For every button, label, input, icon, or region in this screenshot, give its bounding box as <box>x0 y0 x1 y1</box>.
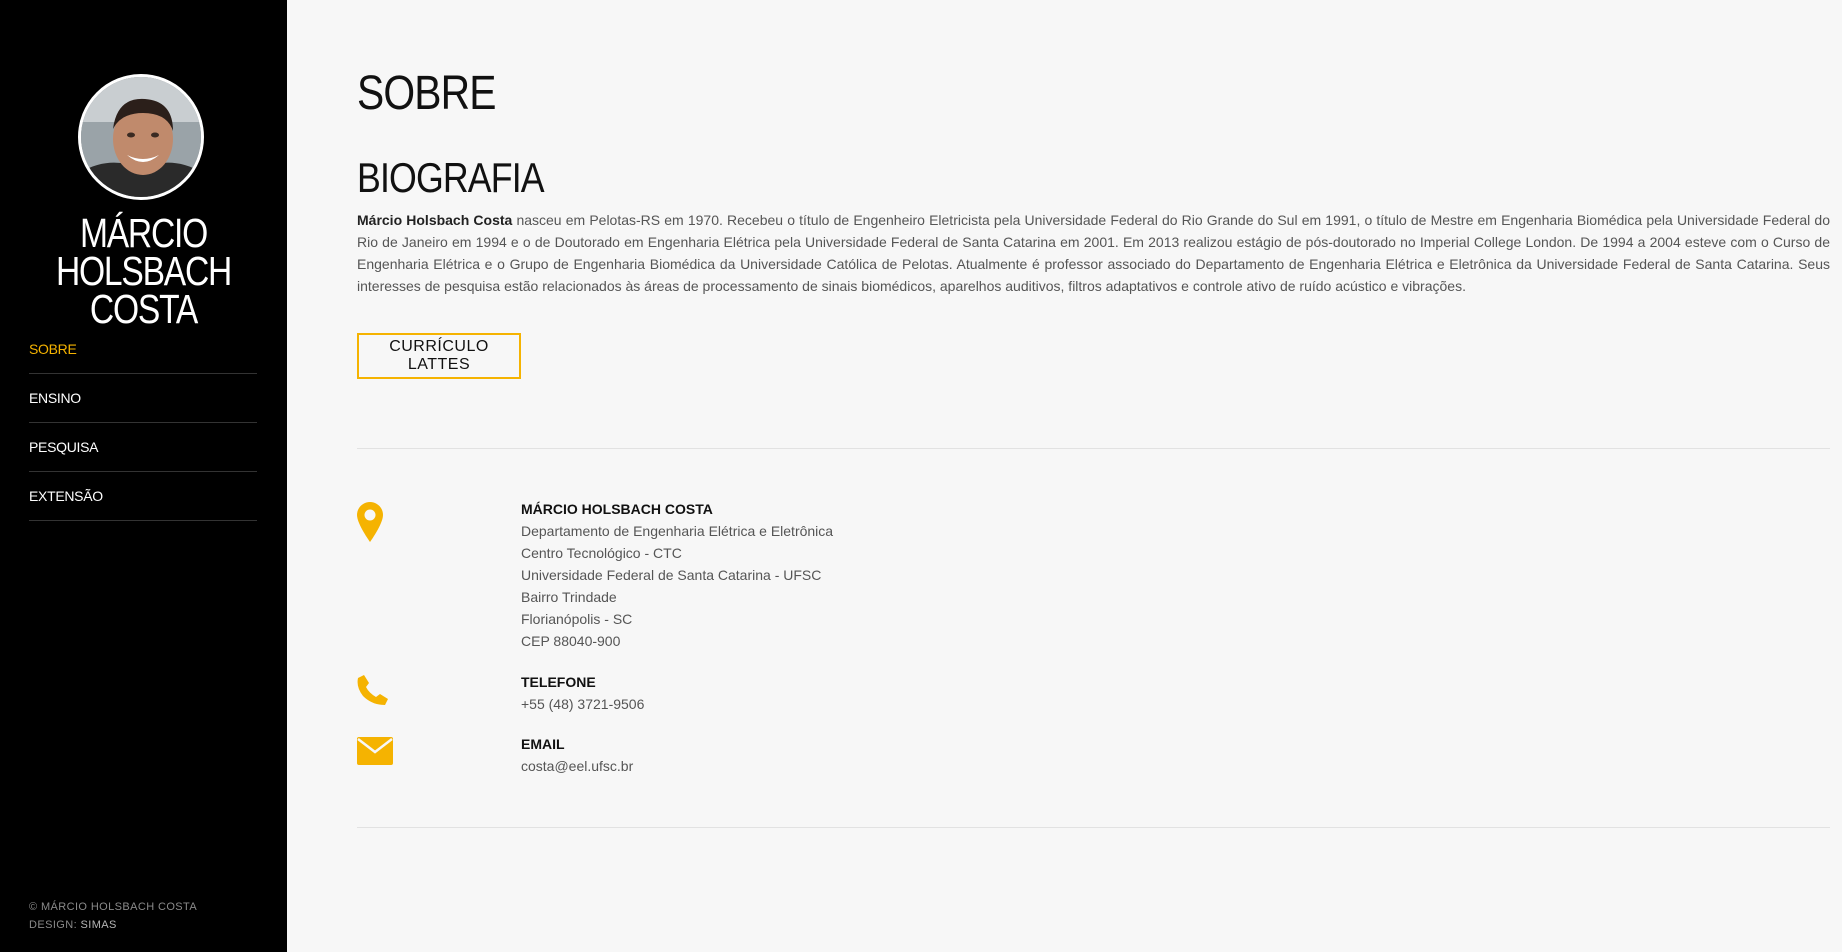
email-address[interactable]: costa@eel.ufsc.br <box>521 755 633 777</box>
bio-body: nasceu em Pelotas-RS em 1970. Recebeu o … <box>357 212 1830 294</box>
address-line: CEP 88040-900 <box>521 633 621 649</box>
copyright-text: © MÁRCIO HOLSBACH COSTA <box>29 901 198 913</box>
nav-item-pesquisa[interactable]: PESQUISA <box>29 423 257 472</box>
nav-item-sobre[interactable]: SOBRE <box>29 325 257 374</box>
avatar <box>78 74 204 200</box>
section-title-biografia: BIOGRAFIA <box>357 154 545 201</box>
address-block: MÁRCIO HOLSBACH COSTA Departamento de En… <box>521 498 833 652</box>
nav-item-ensino[interactable]: ENSINO <box>29 374 257 423</box>
bio-name: Márcio Holsbach Costa <box>357 212 513 228</box>
divider-top <box>357 448 1830 449</box>
page-title: SOBRE <box>357 67 496 120</box>
site-owner-name: MÁRCIO HOLSBACH COSTA <box>55 210 232 332</box>
nav-item-extensao[interactable]: EXTENSÃO <box>29 472 257 521</box>
biography-text: Márcio Holsbach Costa nasceu em Pelotas-… <box>357 209 1830 297</box>
phone-block: TELEFONE +55 (48) 3721-9506 <box>521 671 644 715</box>
design-link[interactable]: SIMAS <box>81 919 117 931</box>
address-line: Universidade Federal de Santa Catarina -… <box>521 567 822 583</box>
sidebar: MÁRCIO HOLSBACH COSTA SOBRE ENSINO PESQU… <box>0 0 287 952</box>
address-line: Departamento de Engenharia Elétrica e El… <box>521 523 834 539</box>
address-label: MÁRCIO HOLSBACH COSTA <box>521 501 713 517</box>
address-line: Centro Tecnológico - CTC <box>521 545 682 561</box>
divider-bottom <box>357 827 1830 828</box>
phone-number[interactable]: +55 (48) 3721-9506 <box>521 693 644 715</box>
main-nav: SOBRE ENSINO PESQUISA EXTENSÃO <box>29 325 257 521</box>
email-label: EMAIL <box>521 736 565 752</box>
curriculo-lattes-button[interactable]: CURRÍCULO LATTES <box>357 333 521 379</box>
phone-label: TELEFONE <box>521 674 596 690</box>
email-block: EMAIL costa@eel.ufsc.br <box>521 733 633 777</box>
design-prefix: DESIGN: <box>29 919 81 931</box>
envelope-icon <box>357 737 393 770</box>
address-line: Bairro Trindade <box>521 589 617 605</box>
design-credit: DESIGN: SIMAS <box>29 916 197 934</box>
sidebar-footer: © MÁRCIO HOLSBACH COSTA DESIGN: SIMAS <box>29 898 197 934</box>
map-marker-icon <box>357 502 383 547</box>
address-line: Florianópolis - SC <box>521 611 633 627</box>
phone-icon <box>357 674 389 711</box>
